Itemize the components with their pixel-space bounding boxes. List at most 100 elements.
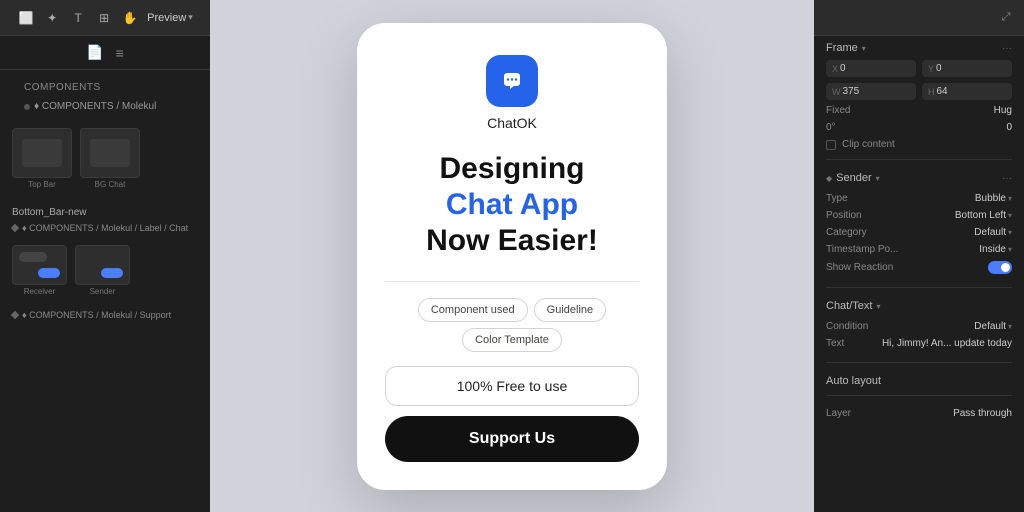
type-label: Type — [826, 193, 975, 204]
y-value: 0 — [936, 63, 942, 74]
position-chevron: ▾ — [1008, 211, 1012, 220]
position-row: Position Bottom Left ▾ — [826, 207, 1012, 224]
frame-section-header: Frame ▾ ··· — [814, 36, 1024, 56]
bottom-bar-sub-row: ♦ COMPONENTS / Molekul / Label / Chat — [12, 221, 198, 235]
right-top-bar: ⤢ — [814, 0, 1024, 36]
toolbar-icon-3[interactable]: T — [69, 9, 87, 27]
top-bar-icons: ⤢ — [998, 10, 1014, 26]
type-value[interactable]: Bubble — [975, 193, 1006, 204]
w-label: W — [832, 87, 841, 97]
frame-arrow: ▾ — [862, 44, 866, 53]
toolbar-icon-2[interactable]: ✦ — [43, 9, 61, 27]
text-row: Text Hi, Jimmy! An... update today — [826, 335, 1012, 352]
chat-properties: Condition Default ▾ Text Hi, Jimmy! An..… — [814, 314, 1024, 356]
type-row: Type Bubble ▾ — [826, 190, 1012, 207]
clip-content-label: Clip content — [842, 139, 1012, 150]
dot-icon — [24, 104, 30, 110]
show-reaction-toggle[interactable] — [988, 261, 1012, 274]
support-sub-row: ♦ COMPONENTS / Molekul / Support — [12, 308, 198, 322]
sender-chevron: ▾ — [876, 174, 880, 183]
sender-arrow: ◆ — [826, 174, 832, 183]
dots-icon[interactable]: ··· — [1002, 43, 1012, 54]
headline-line3: Now Easier! — [426, 223, 598, 259]
condition-value[interactable]: Default — [974, 321, 1006, 332]
category-label: Category — [826, 227, 974, 238]
layer-title: Layer — [826, 408, 949, 419]
layers-icon[interactable]: 📄 — [86, 44, 103, 61]
layer-section: Layer Pass through — [814, 402, 1024, 425]
h-label: H — [928, 87, 935, 97]
clip-content-row: Clip content — [814, 136, 1024, 153]
frame-icons: ··· — [1002, 43, 1012, 54]
x-coord[interactable]: X 0 — [826, 60, 916, 77]
tag-component[interactable]: Component used — [418, 298, 528, 322]
headline-line1: Designing — [426, 151, 598, 187]
layer-row: Layer Pass through — [826, 406, 1012, 421]
thumb-sender-col: Sender — [75, 245, 130, 298]
text-value[interactable]: Hi, Jimmy! An... update today — [882, 338, 1012, 349]
type-chevron: ▾ — [1008, 194, 1012, 203]
category-value[interactable]: Default — [974, 227, 1006, 238]
support-button[interactable]: Support Us — [385, 416, 639, 462]
category-row: Category Default ▾ — [826, 224, 1012, 241]
resize-icon[interactable]: ⤢ — [998, 10, 1014, 26]
fixed-hug-row: Fixed Hug — [814, 102, 1024, 119]
w-field[interactable]: W 375 — [826, 83, 916, 100]
timestamp-value[interactable]: Inside — [979, 244, 1006, 255]
thumbnail-row-2: Receiver Sender — [0, 239, 210, 304]
position-label: Position — [826, 210, 955, 221]
w-value: 375 — [843, 86, 860, 97]
right-divider-1 — [826, 159, 1012, 160]
bg-chat-label: BG Chat — [95, 180, 126, 189]
preview-label[interactable]: Preview — [147, 12, 186, 24]
clip-content-checkbox[interactable] — [826, 140, 836, 150]
tag-guideline[interactable]: Guideline — [534, 298, 606, 322]
auto-layout-title: Auto layout — [826, 375, 881, 387]
components-sub-row: ♦ COMPONENTS / Molekul — [12, 97, 198, 116]
components-title: COMPONENTS — [12, 74, 198, 97]
x-label: X — [832, 64, 838, 74]
thumb-receiver[interactable] — [12, 245, 67, 285]
auto-layout-header: Auto layout — [814, 369, 1024, 389]
position-value[interactable]: Bottom Left — [955, 210, 1006, 221]
thumb-bgchat[interactable] — [80, 128, 140, 178]
preview-arrow: ▾ — [188, 12, 193, 23]
coords-row: X 0 Y 0 — [814, 56, 1024, 81]
timestamp-label: Timestamp Po... — [826, 244, 979, 255]
toolbar-icon-4[interactable]: ⊞ — [95, 9, 113, 27]
right-divider-2 — [826, 287, 1012, 288]
divider — [385, 281, 639, 282]
left-top-bar: ⬜ ✦ T ⊞ ✋ Preview ▾ — [0, 0, 210, 36]
thumbnail-row-1: Top Bar BG Chat — [0, 120, 210, 197]
headline-line2: Chat App — [426, 187, 598, 223]
frame-title: Frame ▾ — [826, 42, 866, 54]
dots-icon-2[interactable]: ··· — [1002, 173, 1012, 184]
thumb-inner-bgchat — [90, 139, 130, 167]
components-group: COMPONENTS ♦ COMPONENTS / Molekul — [0, 70, 210, 120]
condition-chevron: ▾ — [1008, 322, 1012, 331]
h-field[interactable]: H 64 — [922, 83, 1012, 100]
hug-label: Hug — [994, 105, 1012, 116]
sender-icons: ··· — [1002, 173, 1012, 184]
toolbar-icon-5[interactable]: ✋ — [121, 9, 139, 27]
thumb-bgchat-col: BG Chat — [80, 128, 140, 189]
timestamp-row: Timestamp Po... Inside ▾ — [826, 241, 1012, 258]
thumb-sender[interactable] — [75, 245, 130, 285]
x-value: 0 — [840, 63, 846, 74]
chat-chevron: ▾ — [876, 302, 880, 311]
y-coord[interactable]: Y 0 — [922, 60, 1012, 77]
fixed-label: Fixed — [826, 105, 988, 116]
rotation-label: 0° — [826, 122, 1000, 133]
app-logo — [486, 55, 538, 107]
text-label: Text — [826, 338, 882, 349]
h-value: 64 — [937, 86, 948, 97]
tag-color[interactable]: Color Template — [462, 328, 562, 352]
thumb-inner-topbar — [22, 139, 62, 167]
receiver-label: Receiver — [24, 285, 56, 298]
app-name: ChatOK — [487, 115, 537, 131]
left-nav: 📄 ≡ — [0, 36, 210, 70]
rotation-row: 0° 0 — [814, 119, 1024, 136]
toolbar-icon-1[interactable]: ⬜ — [17, 9, 35, 27]
support-group: ♦ COMPONENTS / Molekul / Support — [0, 304, 210, 326]
thumb-topbar[interactable] — [12, 128, 72, 178]
